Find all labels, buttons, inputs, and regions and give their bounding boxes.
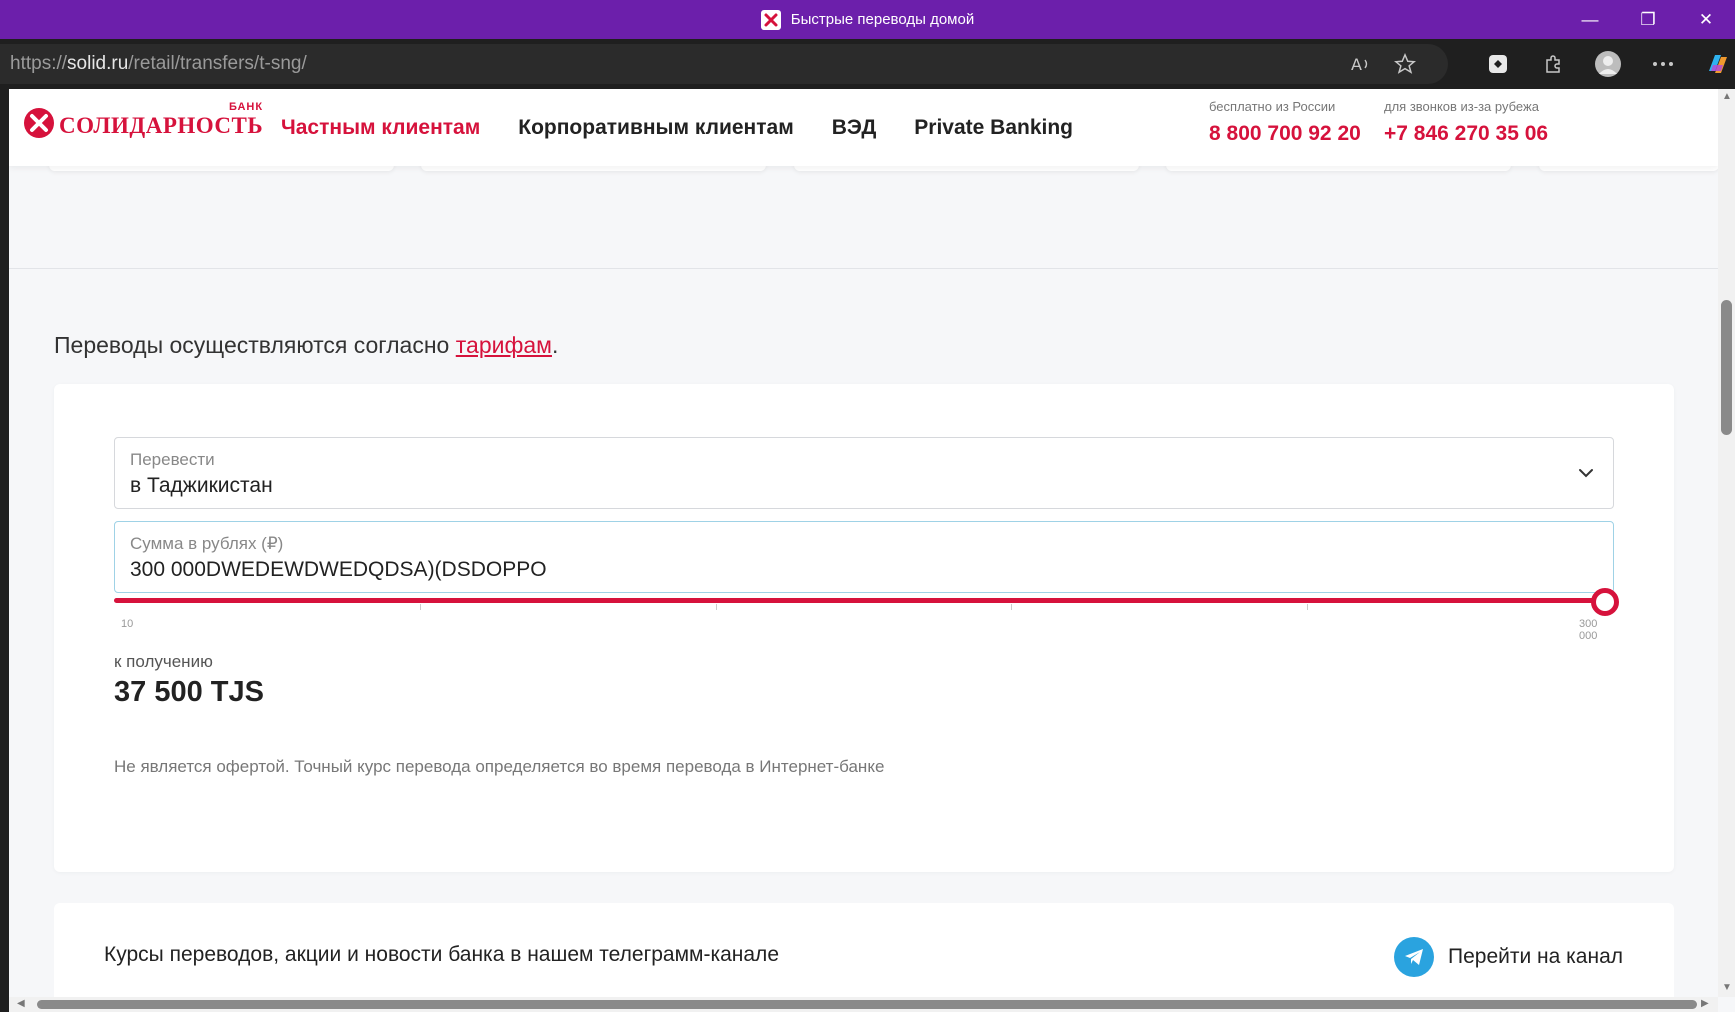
phone-abroad-caption: для звонков из-за рубежа [1384,99,1539,114]
logo-bank-word: БАНК [229,101,264,113]
restore-icon[interactable]: ❐ [1619,0,1677,39]
profile-avatar-icon[interactable] [1580,44,1635,84]
amount-slider[interactable]: 10 300 000 [114,588,1619,642]
phone-abroad: для звонков из-за рубежа +7 846 270 35 0… [1384,99,1548,146]
tariff-text: Переводы осуществляются согласно [54,332,456,358]
scroll-right-icon[interactable]: ▶ [1701,998,1709,1009]
horizontal-scrollbar[interactable]: ◀ ▶ [9,997,1718,1012]
bank-logo-icon [24,108,54,138]
scroll-up-icon[interactable]: ▲ [1722,91,1732,102]
url-path: /retail/transfers/t-sng/ [128,53,307,74]
amount-label: Сумма в рублях (₽) [130,534,284,553]
url-host: solid.ru [67,53,129,74]
telegram-text: Курсы переводов, акции и новости банка в… [104,943,779,966]
phone-russia-caption: бесплатно из России [1209,99,1336,114]
more-menu-icon[interactable] [1635,44,1690,84]
direction-value: в Таджикистан [130,474,273,497]
window-title: Быстрые переводы домой [790,11,975,28]
nav-private-banking[interactable]: Private Banking [914,116,1073,140]
receive-label: к получению [114,652,213,671]
main-nav: Частным клиентам Корпоративным клиентам … [281,89,1073,166]
address-bar-icons: A [1350,44,1416,84]
page-viewport: БАНК СОЛИДАРНОСТЬ Частным клиентам Корпо… [9,89,1718,997]
horizontal-scroll-thumb[interactable] [37,1000,1697,1009]
tariff-link[interactable]: тарифам [456,332,552,358]
scroll-down-icon[interactable]: ▼ [1722,982,1732,993]
slider-max-label: 300 000 [1579,618,1598,642]
site-header: БАНК СОЛИДАРНОСТЬ Частным клиентам Корпо… [9,89,1718,166]
nav-corporate-clients[interactable]: Корпоративным клиентам [518,116,793,140]
receive-amount: 37 500 TJS [114,676,264,708]
phone-russia: бесплатно из России 8 800 700 92 20 [1209,99,1361,146]
extension-icon[interactable] [1470,44,1525,84]
vertical-scroll-thumb[interactable] [1721,300,1732,435]
tariff-notice: Переводы осуществляются согласно тарифам… [54,332,558,359]
telegram-link-label: Перейти на канал [1448,945,1624,968]
telegram-icon [1394,937,1434,977]
close-icon[interactable]: ✕ [1677,0,1735,39]
address-bar[interactable]: https://solid.ru/retail/transfers/t-sng/ [0,44,1448,84]
nav-ved[interactable]: ВЭД [832,116,877,140]
extensions-puzzle-icon[interactable] [1525,44,1580,84]
amount-input[interactable]: Сумма в рублях (₽) 300 000DWEDEWDWEDQDSA… [114,521,1614,593]
url-prefix: https:// [10,53,68,74]
bank-logo-text: БАНК СОЛИДАРНОСТЬ [59,101,263,139]
rate-disclaimer: Не является офертой. Точный курс перевод… [114,757,885,776]
slider-min-label: 10 [121,618,134,630]
window-left-edge [0,89,9,1012]
browser-tools [1470,44,1735,84]
scroll-left-icon[interactable]: ◀ [17,998,25,1009]
read-aloud-icon[interactable]: A [1350,54,1372,74]
window-titlebar: Быстрые переводы домой — ❐ ✕ [0,0,1735,39]
slider-track [114,598,1604,603]
nav-private-clients[interactable]: Частным клиентам [281,116,480,140]
amount-value: 300 000DWEDEWDWEDQDSA)(DSDOPPO [130,558,547,581]
phone-russia-number[interactable]: 8 800 700 92 20 [1209,122,1361,146]
favorite-star-icon[interactable] [1394,53,1416,75]
direction-select[interactable]: Перевести в Таджикистан [114,437,1614,509]
slider-tick [420,604,421,610]
minimize-icon[interactable]: — [1561,0,1619,39]
chevron-down-icon [1579,469,1593,478]
bank-logo[interactable]: БАНК СОЛИДАРНОСТЬ [23,101,263,139]
slider-tick [716,604,717,610]
telegram-banner: Курсы переводов, акции и новости банка в… [54,903,1674,997]
site-favicon-icon [760,9,781,30]
slider-tick [1011,604,1012,610]
phone-abroad-number[interactable]: +7 846 270 35 06 [1384,122,1548,146]
slider-tick [1307,604,1308,610]
tariff-suffix: . [551,332,559,358]
section-divider [9,268,1718,269]
telegram-link[interactable]: Перейти на канал [1394,937,1623,977]
window-title-area: Быстрые переводы домой [0,0,1735,39]
copilot-icon[interactable] [1690,44,1735,84]
slider-handle[interactable] [1591,588,1619,616]
window-controls: — ❐ ✕ [1561,0,1735,39]
direction-label: Перевести [130,450,215,469]
browser-toolbar: https://solid.ru/retail/transfers/t-sng/… [0,39,1735,89]
vertical-scrollbar[interactable]: ▲ ▼ [1718,89,1735,997]
transfer-calculator: Перевести в Таджикистан Сумма в рублях (… [54,384,1674,872]
svg-text:A: A [1351,55,1362,74]
